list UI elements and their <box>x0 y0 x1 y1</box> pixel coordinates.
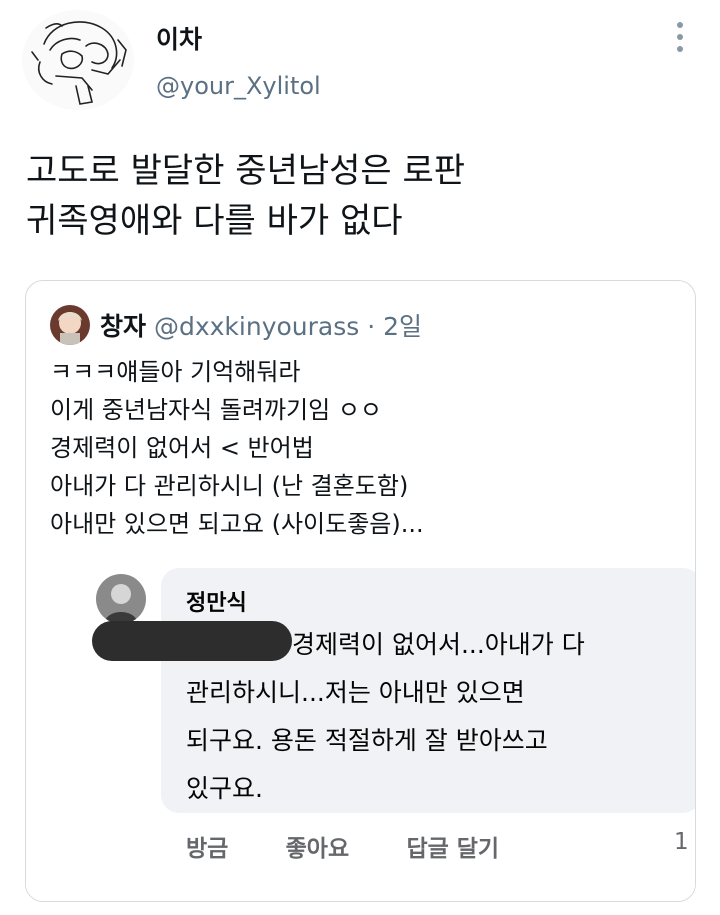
author-handle[interactable]: @your_Xylitol <box>156 72 321 100</box>
quoted-line: 경제력이 없어서 < 반어법 <box>50 434 314 462</box>
quoted-line: 아내만 있으면 되고요 (사이도좋음)... <box>50 510 424 538</box>
quoted-line: ㅋㅋㅋ얘들아 기억해둬라 <box>50 358 301 386</box>
quoted-tweet-card[interactable]: 창자 @dxxkinyourass · 2일 ㅋㅋㅋ얘들아 기억해둬라 이게 중… <box>25 280 696 902</box>
comment-text: 경제력이 없어서...아내가 다 관리하시니...저는 아내만 있으면 되구요.… <box>186 621 585 813</box>
quoted-header: 창자 @dxxkinyourass · 2일 <box>100 307 422 343</box>
quoted-time: · 2일 <box>367 312 423 341</box>
author-avatar[interactable] <box>22 10 134 110</box>
comment-line: 관리하시니...저는 아내만 있으면 <box>186 678 525 707</box>
tweet-line: 고도로 발달한 중년남성은 로판 <box>26 151 466 191</box>
comment-line: 있구요. <box>186 774 263 803</box>
author-display-name[interactable]: 이차 <box>156 20 202 56</box>
quoted-line: 이게 중년남자식 돌려까기임 ㅇㅇ <box>50 396 383 424</box>
tweet-text: 고도로 발달한 중년남성은 로판 귀족영애와 다를 바가 없다 <box>26 146 696 246</box>
comment-line: 되구요. 용돈 적절하게 잘 받아쓰고 <box>186 726 548 755</box>
commenter-avatar <box>96 574 146 624</box>
quoted-author-avatar <box>50 305 90 345</box>
comment-reply-button[interactable]: 답글 달기 <box>406 836 499 862</box>
quoted-author-handle: @dxxkinyourass <box>153 312 360 341</box>
more-options-icon[interactable] <box>672 22 688 52</box>
quoted-tweet-text: ㅋㅋㅋ얘들아 기억해둬라 이게 중년남자식 돌려까기임 ㅇㅇ 경제력이 없어서 … <box>50 353 424 543</box>
comment-actions: 방금 좋아요 답글 달기 <box>186 829 549 863</box>
comment-time: 방금 <box>186 836 229 862</box>
tweet-line: 귀족영애와 다를 바가 없다 <box>26 201 403 241</box>
quoted-author-name: 창자 <box>100 312 147 341</box>
comment-like-button[interactable]: 좋아요 <box>286 836 349 862</box>
comment-count: 1 <box>674 829 689 855</box>
comment-line: 경제력이 없어서...아내가 다 <box>292 630 585 659</box>
commenter-name: 정만식 <box>186 591 247 616</box>
quoted-line: 아내가 다 관리하시니 (난 결혼도함) <box>50 472 409 500</box>
